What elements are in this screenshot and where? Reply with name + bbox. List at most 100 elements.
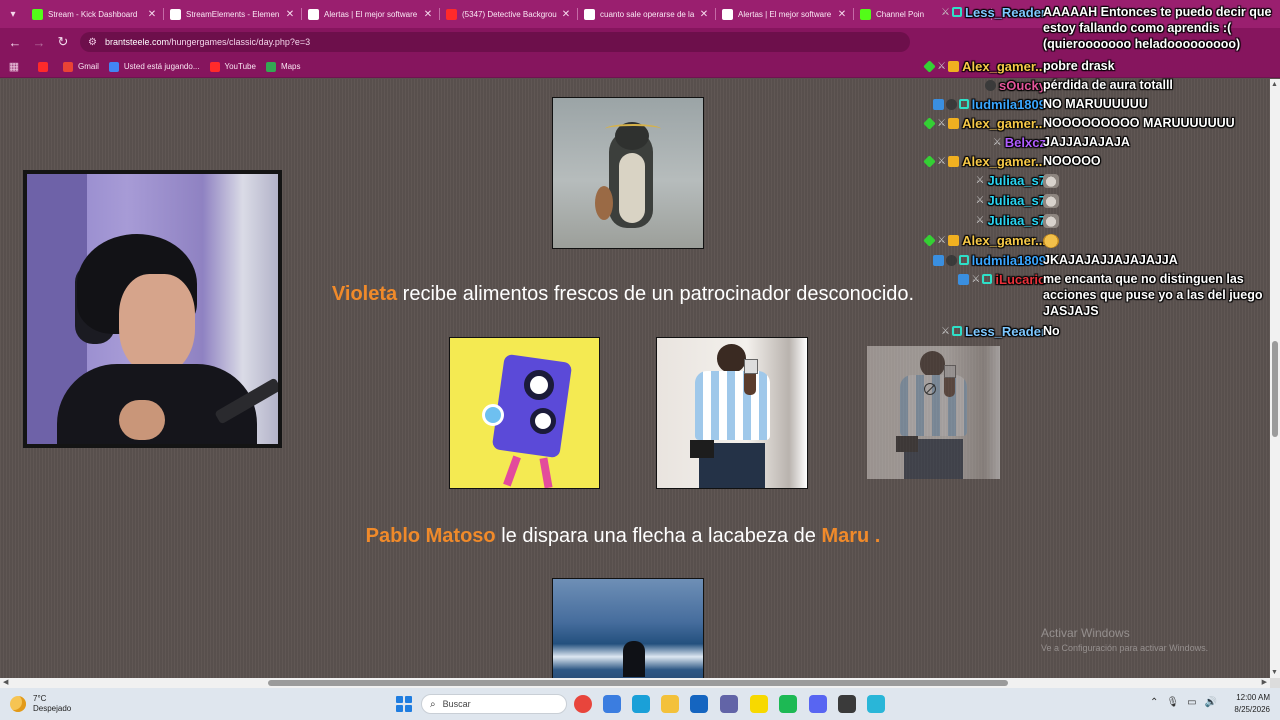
arrow-badge-icon (932, 98, 944, 110)
dark-badge-icon (985, 79, 997, 91)
close-icon[interactable]: ✕ (836, 9, 848, 20)
sea-image (552, 578, 704, 678)
tab-title: StreamElements - Elemen (186, 9, 280, 19)
chat-message: ⚔ Juliaa_s7 (880, 190, 1280, 210)
chrome-icon[interactable] (574, 695, 592, 713)
obs-icon[interactable] (838, 695, 856, 713)
taskbar-search[interactable]: ⌕ Buscar (421, 694, 567, 714)
chat-username[interactable]: Juliaa_s7 (987, 193, 1046, 208)
chat-username[interactable]: Alex_gamer... (962, 154, 1046, 169)
sticky-notes-icon[interactable] (750, 695, 768, 713)
tab-title: Alertas | El mejor software (738, 9, 832, 19)
tribute-photo-dead (867, 346, 1000, 479)
bookmark-item[interactable]: Gmail (63, 61, 99, 72)
browser-tab[interactable]: Alertas | El mejor software ✕ (302, 0, 440, 28)
address-bar[interactable]: ⚙ brantsteele.com/hungergames/classic/da… (80, 32, 910, 52)
url-text: brantsteele.com/hungergames/classic/day.… (105, 37, 310, 47)
event-text: recibe alimentos frescos de un patrocina… (397, 283, 915, 305)
discord-icon[interactable] (809, 695, 827, 713)
outlook-icon[interactable] (690, 695, 708, 713)
volume-icon[interactable]: 🔊 (1205, 697, 1217, 708)
forward-arrow-icon[interactable]: → (27, 30, 51, 54)
teams-icon[interactable] (720, 695, 738, 713)
close-icon[interactable]: ✕ (698, 9, 710, 20)
search-icon: ⌕ (430, 698, 436, 710)
close-icon[interactable]: ✕ (146, 9, 158, 20)
site-info-icon[interactable]: ⚙ (88, 37, 97, 48)
chat-username[interactable]: iLucario (995, 272, 1046, 287)
chat-username[interactable]: sOucky (999, 78, 1046, 93)
close-icon[interactable]: ✕ (560, 9, 572, 20)
weather-widget[interactable]: 7°C Despejado (10, 694, 71, 714)
chat-username[interactable]: Alex_gamer... (962, 116, 1046, 131)
google-icon (108, 61, 119, 72)
chat-message-text: NOOOOOOOOO MARUUUUUUU (1043, 116, 1235, 130)
chat-username[interactable]: Juliaa_s7 (987, 173, 1046, 188)
speaker-character-image (449, 337, 600, 489)
sword-badge-icon: ⚔ (941, 6, 951, 18)
bookmark-label: Maps (280, 62, 301, 71)
chat-username[interactable]: ludmila1809 (972, 253, 1046, 268)
chat-message-text: JAJJAJAJAJA (1043, 135, 1130, 149)
clock-time: 12:00 AM (1236, 693, 1270, 702)
chat-message: ⚔ Juliaa_s7 (880, 210, 1280, 230)
reload-icon[interactable]: ↻ (51, 30, 75, 54)
kick-icon (860, 8, 871, 20)
bookmark-item[interactable]: Usted está jugando... (108, 61, 200, 72)
bookmark-item[interactable]: YouTube (209, 61, 256, 72)
chat-username[interactable]: Belxcz (1005, 135, 1046, 150)
scroll-down-icon[interactable]: ▼ (1271, 669, 1278, 676)
folder-icon[interactable] (661, 695, 679, 713)
gem-badge-icon (923, 59, 936, 73)
horizontal-scroll-thumb[interactable] (268, 680, 1008, 686)
chat-message-text: pobre drask (1043, 59, 1115, 73)
windows-start-icon[interactable] (396, 696, 412, 712)
bookmark-label: Usted está jugando... (123, 62, 200, 71)
vertical-scroll-thumb[interactable] (1272, 341, 1278, 437)
scroll-left-icon[interactable]: ◀ (3, 678, 8, 686)
browser-tab[interactable]: StreamElements - Elemen ✕ (164, 0, 302, 28)
chat-username[interactable]: Juliaa_s7 (987, 213, 1046, 228)
chat-username[interactable]: Alex_gamer... (962, 59, 1046, 74)
chat-message: ⚔ Alex_gamer... NOOOOO (880, 151, 1280, 171)
close-icon[interactable]: ✕ (422, 9, 434, 20)
close-icon[interactable]: ✕ (284, 9, 296, 20)
moon-icon (10, 696, 26, 712)
sword-badge-icon: ⚔ (937, 234, 947, 246)
edge-icon[interactable] (632, 695, 650, 713)
scroll-right-icon[interactable]: ▶ (1262, 678, 1267, 686)
tab-search-icon[interactable]: ▾ (0, 0, 26, 28)
taskbar-clock[interactable]: 12:00 AM 8/25/2026 (1226, 692, 1270, 716)
arrow-badge-icon (958, 273, 970, 285)
bookmark-label: YouTube (224, 62, 256, 71)
apps-grid-icon[interactable]: ▦ (0, 60, 28, 73)
dark-badge-icon (945, 98, 957, 110)
chat-username[interactable]: Alex_gamer... (962, 233, 1046, 248)
spotify-icon[interactable] (779, 695, 797, 713)
crown-badge-icon (948, 117, 960, 129)
chevron-up-icon[interactable]: ⌃ (1150, 697, 1158, 708)
browser-tab[interactable]: Stream - Kick Dashboard ✕ (26, 0, 164, 28)
chat-username[interactable]: ludmila1809 (972, 97, 1046, 112)
browser-tab[interactable]: (5347) Detective Backgrou ✕ (440, 0, 578, 28)
microphone-icon[interactable]: 🎙 (1166, 697, 1179, 708)
browser-tab[interactable]: cuanto sale operarse de la ✕ (578, 0, 716, 28)
subscriber-badge-icon (958, 99, 969, 109)
chat-username[interactable]: Less_Reader (965, 5, 1046, 20)
display-icon[interactable]: ▭ (1187, 697, 1196, 708)
chat-message: ⚔ Less_Reader AAAAAH Entonces te puedo d… (880, 2, 1280, 52)
fluent-app-icon[interactable] (867, 695, 885, 713)
horizontal-scrollbar[interactable]: ◀ ▶ (0, 678, 1270, 688)
back-arrow-icon[interactable]: ← (3, 30, 27, 54)
tribute-name-pablo: Pablo Matoso (365, 525, 496, 547)
bookmark-item[interactable] (38, 61, 53, 72)
bookmark-item[interactable]: Maps (265, 61, 301, 72)
watermark-subtitle: Ve a Configuración para activar Windows. (1041, 643, 1209, 653)
gem-badge-icon (923, 116, 936, 130)
chat-message: ⚔ Belxcz JAJJAJAJAJA (880, 132, 1280, 152)
store-icon[interactable] (603, 695, 621, 713)
tribute-name-violeta: Violeta (331, 283, 398, 305)
browser-tab[interactable]: Alertas | El mejor software ✕ (716, 0, 854, 28)
chat-username[interactable]: Less_Reader (965, 324, 1046, 339)
maps-icon (265, 61, 276, 72)
